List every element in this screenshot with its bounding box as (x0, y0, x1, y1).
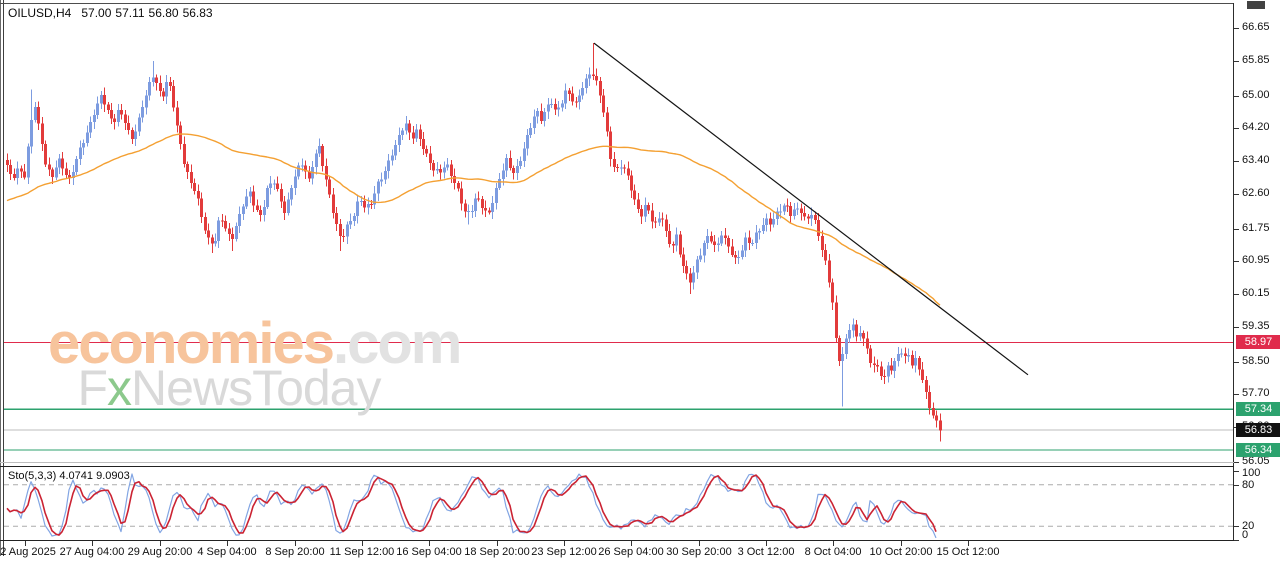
price-badge-57.34: 57.34 (1236, 402, 1280, 416)
trendline[interactable] (594, 43, 1028, 375)
high-value: 57.11 (115, 6, 144, 20)
price-tick-label: 58.50 (1242, 355, 1270, 368)
price-tick-label: 60.15 (1242, 287, 1270, 300)
price-tick-label: 57.70 (1242, 387, 1270, 400)
low-value: 56.80 (149, 6, 179, 20)
moving-average-line[interactable] (7, 134, 940, 305)
price-tick-label: 64.20 (1242, 121, 1270, 134)
stochastic-label: Sto(5,3,3) 4.0741 9.0903 (8, 470, 130, 482)
chart-title: OILUSD,H4 57.00 57.11 56.80 56.83 (8, 6, 217, 20)
axis-ticks (26, 29, 1240, 547)
chart-window[interactable]: economies.com FxNewsToday OILUSD,H457.00… (0, 0, 1280, 567)
price-badge-56.83: 56.83 (1236, 423, 1280, 437)
stochastic-values: 4.0741 9.0903 (59, 470, 129, 482)
price-tick-label: 66.65 (1242, 21, 1270, 34)
date-label: 15 Oct 12:00 (922, 546, 1014, 558)
price-tick-label: 59.35 (1242, 320, 1270, 333)
price-tick-label: 62.60 (1242, 187, 1270, 200)
chart-scroll-marker (1247, 1, 1265, 9)
sto-tick-label: 100 (1242, 467, 1260, 479)
price-badge-56.34: 56.34 (1236, 443, 1280, 457)
panel-separator-dark[interactable] (0, 466, 1234, 467)
time-axis-border[interactable] (0, 540, 1234, 541)
price-tick-label: 65.85 (1242, 54, 1270, 67)
chart-left-border (3, 0, 4, 556)
sto-tick-label: 0 (1242, 529, 1248, 541)
stochastic-name: Sto(5,3,3) (8, 470, 56, 482)
price-tick-label: 65.00 (1242, 89, 1270, 102)
price-chart-canvas[interactable] (0, 0, 1280, 567)
open-value: 57.00 (81, 6, 111, 20)
price-tick-label: 61.75 (1242, 222, 1270, 235)
price-tick-label: 60.95 (1242, 254, 1270, 267)
panel-separator-light[interactable] (0, 462, 1234, 463)
price-badge-58.97: 58.97 (1236, 335, 1280, 349)
symbol-period-label: OILUSD,H4 (8, 6, 71, 20)
sto-tick-label: 80 (1242, 479, 1254, 491)
chart-top-border (0, 3, 1234, 4)
price-tick-label: 63.40 (1242, 154, 1270, 167)
price-axis-border[interactable] (1233, 3, 1234, 541)
candlestick-layer (6, 43, 942, 441)
close-value: 56.83 (183, 6, 213, 20)
window-left-border (0, 0, 1, 556)
